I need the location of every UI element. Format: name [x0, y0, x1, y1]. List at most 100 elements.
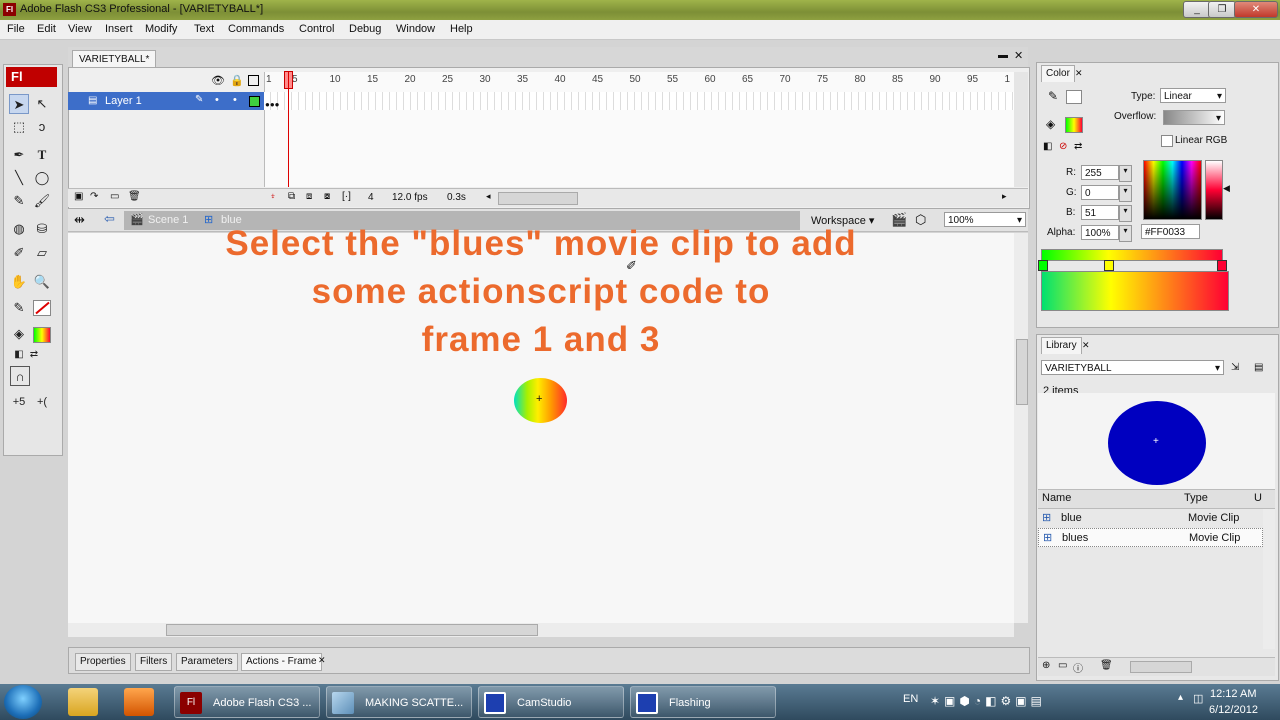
add-guide-icon[interactable]: ↷ — [90, 191, 98, 202]
start-button[interactable] — [4, 685, 42, 719]
eye-icon[interactable]: 👁 — [211, 74, 225, 87]
r-input[interactable]: 255 — [1081, 165, 1119, 180]
swap-colors-icon[interactable]: ⇄ — [1074, 141, 1082, 152]
line-tool-icon[interactable]: ╲ — [9, 168, 29, 188]
menu-view[interactable]: View — [68, 23, 92, 35]
zoom-tool-icon[interactable]: 🔍 — [32, 272, 52, 292]
fill-bucket-icon[interactable]: ◈ — [1046, 117, 1055, 131]
scroll-right-icon[interactable]: ▸ — [1002, 191, 1007, 202]
menu-modify[interactable]: Modify — [145, 23, 177, 35]
gradient-stop-2[interactable] — [1104, 260, 1114, 271]
menu-insert[interactable]: Insert — [105, 23, 133, 35]
gradient-definition-bar[interactable] — [1041, 249, 1223, 261]
delete-layer-icon[interactable]: 🗑 — [128, 191, 141, 202]
document-tab[interactable]: VARIETYBALL* — [72, 50, 157, 68]
keyframe-1[interactable]: ●●● — [265, 100, 280, 109]
r-dropdown-icon[interactable]: ▾ — [1119, 165, 1132, 182]
default-colors-icon[interactable]: ◧ — [1043, 141, 1052, 152]
outline-color-box[interactable] — [249, 96, 260, 107]
tab-actions-frame[interactable]: Actions - Frame — [241, 653, 322, 671]
column-name[interactable]: Name — [1042, 492, 1071, 504]
stroke-color-icon[interactable]: ✎ — [9, 298, 29, 318]
minimize-button[interactable]: _ — [1183, 1, 1211, 18]
timeline-vscroll[interactable] — [1014, 72, 1028, 187]
b-dropdown-icon[interactable]: ▾ — [1119, 205, 1132, 222]
library-document-select[interactable]: VARIETYBALL ▾ — [1041, 360, 1224, 375]
oval-tool-icon[interactable]: ◯ — [32, 168, 52, 188]
eraser-tool-icon[interactable]: ▱ — [32, 243, 52, 263]
library-close-icon[interactable]: ✕ — [1082, 340, 1090, 351]
alpha-dropdown-icon[interactable]: ▾ — [1119, 225, 1132, 242]
fill-color-swatch[interactable] — [33, 327, 51, 343]
color-close-icon[interactable]: ✕ — [1075, 68, 1083, 79]
smooth-icon[interactable]: +5 — [9, 392, 29, 412]
delete-icon[interactable]: 🗑 — [1100, 660, 1113, 671]
stroke-pencil-icon[interactable]: ✎ — [1048, 89, 1058, 103]
linear-rgb-checkbox[interactable] — [1161, 135, 1173, 147]
tab-parameters[interactable]: Parameters — [176, 653, 238, 671]
system-tray[interactable]: ✶▣⬢◔◧⚙▣▤ — [930, 694, 1080, 710]
g-dropdown-icon[interactable]: ▾ — [1119, 185, 1132, 202]
menu-file[interactable]: File — [7, 23, 25, 35]
stage-vscroll[interactable] — [1014, 233, 1028, 623]
gradient-stop-3[interactable] — [1217, 260, 1227, 271]
new-folder-icon[interactable]: ▭ — [1058, 660, 1067, 671]
pin-icon[interactable]: ⇲ — [1231, 362, 1239, 373]
media-player-icon[interactable] — [124, 688, 154, 716]
paint-bucket-tool-icon[interactable]: ⛁ — [32, 219, 52, 239]
close-button[interactable]: ✕ — [1234, 1, 1278, 18]
properties-icon[interactable]: ⓘ — [1073, 660, 1083, 675]
doc-minimize-icon[interactable]: ▬ — [998, 50, 1008, 61]
free-transform-tool-icon[interactable]: ⬚ — [9, 117, 29, 137]
taskbar-flashing-button[interactable]: Flashing — [630, 686, 776, 718]
show-hidden-icons[interactable]: ▴ — [1178, 692, 1183, 703]
onion-skin-icon[interactable]: ⧉ — [288, 191, 295, 202]
menu-help[interactable]: Help — [450, 23, 473, 35]
taskbar-camstudio-button[interactable]: CamStudio — [478, 686, 624, 718]
brush-tool-icon[interactable]: 🖌 — [32, 191, 52, 211]
stage-vscroll-thumb[interactable] — [1016, 339, 1028, 405]
center-frame-icon[interactable]: ⍖ — [270, 191, 276, 202]
taskbar-flash-button[interactable]: Fl Adobe Flash CS3 ... — [174, 686, 320, 718]
library-panel-tab[interactable]: Library — [1041, 337, 1082, 354]
stage-hscroll-thumb[interactable] — [166, 624, 538, 636]
clock-date[interactable]: 6/12/2012 — [1209, 704, 1258, 716]
lasso-tool-icon[interactable]: ↄ — [32, 117, 52, 137]
pencil-tool-icon[interactable]: ✎ — [9, 191, 29, 211]
onion-markers-icon[interactable]: [·] — [342, 191, 351, 202]
text-tool-icon[interactable]: T — [32, 145, 52, 165]
brightness-pointer-icon[interactable]: ◀ — [1223, 183, 1230, 194]
tray-network-icon[interactable]: ◫ — [1193, 692, 1203, 705]
swap-colors-icon[interactable]: ⇄ — [24, 345, 44, 365]
frame-row[interactable]: ●●● — [264, 92, 1014, 110]
lock-icon[interactable]: 🔒 — [230, 74, 244, 87]
alpha-input[interactable]: 100% — [1081, 225, 1119, 240]
close-tab-icon[interactable]: ✕ — [318, 655, 326, 666]
color-panel-tab[interactable]: Color — [1041, 65, 1075, 82]
tab-filters[interactable]: Filters — [135, 653, 173, 671]
doc-close-icon[interactable]: ✕ — [1014, 49, 1023, 62]
straighten-icon[interactable]: +( — [32, 392, 52, 412]
layer-name[interactable]: Layer 1 — [105, 95, 142, 107]
lock-dot[interactable]: • — [233, 94, 237, 106]
visibility-dot[interactable]: • — [215, 94, 219, 106]
frames-area[interactable] — [264, 72, 1015, 187]
menu-commands[interactable]: Commands — [228, 23, 284, 35]
stage-hscroll[interactable] — [68, 623, 1014, 637]
selection-tool-icon[interactable]: ➤ — [9, 94, 29, 114]
menu-debug[interactable]: Debug — [349, 23, 381, 35]
menu-edit[interactable]: Edit — [37, 23, 56, 35]
tab-properties[interactable]: Properties — [75, 653, 131, 671]
hand-tool-icon[interactable]: ✋ — [9, 272, 29, 292]
column-use-count[interactable]: U — [1254, 492, 1262, 504]
hex-input[interactable]: #FF0033 — [1141, 224, 1200, 239]
brightness-slider[interactable] — [1205, 160, 1223, 220]
snap-magnet-icon[interactable]: ∩ — [10, 366, 30, 386]
explorer-icon[interactable] — [68, 688, 98, 716]
edit-multiple-icon[interactable]: ⧇ — [324, 191, 330, 202]
fill-swatch[interactable] — [1065, 117, 1083, 133]
g-input[interactable]: 0 — [1081, 185, 1119, 200]
ink-bottle-tool-icon[interactable]: ◍ — [9, 219, 29, 239]
new-symbol-icon[interactable]: ⊕ — [1042, 660, 1050, 671]
fill-color-icon[interactable]: ◈ — [9, 324, 29, 344]
